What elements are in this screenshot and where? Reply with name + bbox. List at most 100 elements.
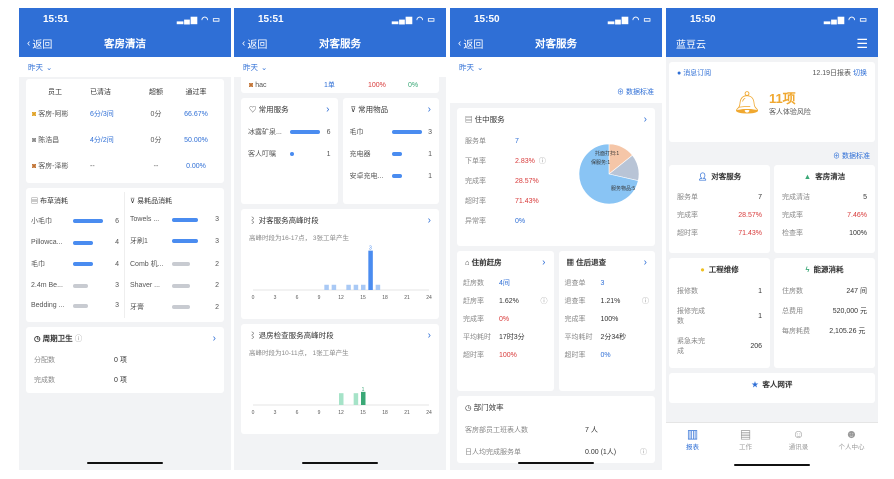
common-services-card[interactable]: ♡ 常用服务 › 冰露矿泉... 6 客人叮嘱 1 — [241, 98, 338, 204]
kv-value: 28.57% — [738, 211, 762, 219]
table-row[interactable]: ◙ 陈浩昌 4分/2间 0分 50.00% — [26, 127, 224, 153]
review-card[interactable]: ★ 客人网评 — [669, 373, 875, 403]
peak1-title: ⌇ 对客服务高峰时段 — [249, 215, 319, 226]
phone-screen-room-cleaning: 15:51 ▂▄▆ ◠ ▭ ‹ 返回 客房清洁 昨天 ⌄ 员工 已清洁 超额 通过率 … — [19, 8, 231, 470]
postcheckout-card[interactable]: ▦ 住后退查 › 退查单 3 退查率 1.21% ⓘ 完成率 100% 平均耗时 2分34秒… — [558, 251, 656, 391]
checkin-checkout-row: ⌂ 住前赶房 › 赶房数 4间 赶房率 1.62% ⓘ 完成率 0% 平均耗时 17时3分 … — [457, 251, 655, 391]
dept-efficiency-card[interactable]: ◷ 部门效率 客房部员工班表人数 7 人 日人均完成服务单 0.00 (1人) ⓘ — [457, 396, 655, 463]
common-services-title: ♡ 常用服务 — [249, 104, 289, 115]
precheckin-header[interactable]: ⌂ 住前赶房 › — [457, 251, 554, 274]
peak-card-1[interactable]: ⌇ 对客服务高峰时段 › 高峰时段为16-17点， 3张工单产生 3 0 3 6 9 12 1… — [241, 209, 439, 319]
kv-key: 异常率 — [465, 218, 486, 225]
dept-header[interactable]: ◷ 部门效率 — [457, 396, 655, 419]
bar — [353, 284, 359, 290]
tab-report[interactable]: ▥ 报表 — [666, 427, 719, 470]
status-bar: 15:50 ▂▄▆ ◠ ▭ — [666, 8, 878, 30]
table-row[interactable]: ◙ 客房-阿彬 6分/3间 0分 66.67% — [26, 101, 224, 127]
item-label: 2.4m Be... — [31, 282, 63, 289]
guest-service-card[interactable]: 👤︎ 对客服务 服务单 7 完成率 28.57% 超时率 71.43% — [669, 165, 770, 253]
kv-row: 平均耗时 17时3分 — [457, 328, 554, 346]
target-icon: ⊕ — [617, 89, 625, 96]
peak-card-2[interactable]: ⌇ 退房检查服务高峰时段 › 高峰时段为10-11点， 1张工单产生 103691… — [241, 324, 439, 434]
date-filter[interactable]: 昨天 ⌄ — [234, 57, 446, 77]
heart-icon: ♡ — [249, 105, 257, 114]
kv-key: 平均耗时 — [463, 334, 491, 341]
data-standard-text: 数据标准 — [842, 153, 870, 160]
inhouse-header[interactable]: ▤ 住中服务 › — [457, 108, 655, 131]
x-tick-label: 18 — [382, 410, 388, 416]
chevron-right-icon: › — [427, 104, 431, 115]
hac-name: hac — [255, 81, 267, 89]
kv-row: 客房部员工班表人数 7 人 — [457, 419, 655, 441]
x-tick-label: 0 — [252, 410, 255, 416]
dept-title: ◷ 部门效率 — [465, 402, 504, 413]
kv-key: 报修完成数 — [677, 308, 705, 325]
data-standard-link[interactable]: ⊕ 数据标准 — [450, 77, 662, 103]
peak1-header[interactable]: ⌇ 对客服务高峰时段 › — [241, 209, 439, 232]
nav-bar: 蓝豆云 ☰ — [666, 30, 878, 57]
maintenance-card[interactable]: ● 工程维修 报修数 1 报修完成数 1 紧急未完成 206 — [669, 258, 770, 368]
kv-value: 100% — [499, 351, 517, 359]
x-tick-label: 24 — [426, 295, 432, 301]
hac-count: 1单 — [324, 82, 335, 89]
nav-bar: ‹ 返回 对客服务 — [450, 30, 662, 57]
back-button[interactable]: ‹ 返回 — [27, 36, 52, 51]
calendar-icon: ▦ — [566, 258, 575, 267]
hac-cell: ◙ hac — [249, 82, 324, 89]
kv-key: 紧急未完成 — [677, 338, 705, 355]
menu-icon[interactable]: ☰ — [856, 36, 868, 52]
col-rate: 通过率 — [185, 89, 207, 96]
postcheckout-header[interactable]: ▦ 住后退查 › — [559, 251, 656, 274]
date-filter[interactable]: 昨天 ⌄ — [450, 57, 662, 77]
back-button[interactable]: ‹ 返回 — [242, 36, 267, 51]
message-card[interactable]: ● 消息订阅 12.19日报表 切换 🔔︎ 11项 客人体验风险 — [669, 62, 875, 142]
kv-key: 超时率 — [463, 352, 484, 359]
inhouse-card[interactable]: ▤ 住中服务 › 服务单 7 下单率 2.83% ⓘ 完成率 28.57% 超时率 71.4… — [457, 108, 655, 246]
peak2-header[interactable]: ⌇ 退房检查服务高峰时段 › — [241, 324, 439, 347]
room-clean-card[interactable]: ▲ 客房清洁 完成清洁 5 完成率 7.46% 检查率 100% — [774, 165, 875, 253]
bar — [375, 284, 381, 290]
tab-profile[interactable]: ☻ 个人中心 — [825, 427, 878, 470]
bar — [361, 284, 366, 290]
hac-row[interactable]: ◙ hac 1单 100% 0% — [241, 77, 439, 93]
switch-link[interactable]: 切换 — [853, 70, 867, 77]
bulb-icon: ● — [700, 265, 705, 274]
kv-value: 28.57% — [515, 177, 539, 185]
periodic-hygiene-card[interactable]: ◷ 周期卫生 ⓘ › 分配数 0 项 完成数 0 项 — [26, 327, 224, 393]
periodic-header[interactable]: ◷ 周期卫生 ⓘ › — [26, 327, 224, 350]
item-value: 3 — [115, 282, 119, 289]
report-text: 12.19日报表 — [812, 70, 852, 77]
clock: 15:51 — [43, 13, 69, 25]
precheckin-card[interactable]: ⌂ 住前赶房 › 赶房数 4间 赶房率 1.62% ⓘ 完成率 0% 平均耗时 17时3分 … — [457, 251, 554, 391]
date-filter[interactable]: 昨天 ⌄ — [19, 57, 231, 77]
kv-value: 1.62% — [499, 297, 519, 305]
kv-value: 1 — [758, 287, 762, 295]
common-goods-card[interactable]: ⊽ 常用物品 › 毛巾 3 充电器 1 安卓充电... 1 — [342, 98, 440, 204]
kv-key: 服务单 — [465, 138, 486, 145]
common-services-header[interactable]: ♡ 常用服务 › — [241, 98, 338, 121]
energy-card[interactable]: ϟ 能源消耗 住房数 247 间 总费用 520,000 元 每房耗费 2,105.26… — [774, 258, 875, 368]
common-goods-header[interactable]: ⊽ 常用物品 › — [343, 98, 440, 121]
kv-value: 0% — [515, 217, 526, 225]
target-icon: ⊕ — [833, 153, 841, 160]
periodic-title-text: 周期卫生 — [42, 334, 73, 343]
item-value: 4 — [115, 260, 119, 268]
data-standard-link[interactable]: ⊕ 数据标准 — [666, 147, 878, 165]
back-button[interactable]: ‹ 返回 — [458, 36, 483, 51]
info-icon: ⓘ — [540, 298, 548, 305]
kv-row: 服务单 7 — [669, 188, 770, 206]
kv-value: 1.21% — [600, 297, 621, 305]
summary-row-2: ● 工程维修 报修数 1 报修完成数 1 紧急未完成 206 ϟ 能源消耗 住房数 247 … — [669, 258, 875, 368]
kv-key: 平均耗时 — [564, 334, 593, 341]
chevron-down-icon: ⌄ — [46, 62, 53, 72]
col-staff: 员工 — [48, 89, 62, 96]
kv-row: 住房数 247 间 — [774, 281, 875, 301]
table-row[interactable]: ◙ 客房-泽彬 -- -- 0.00% — [26, 153, 224, 179]
data-label: 3 — [369, 246, 372, 252]
item-bar — [172, 239, 198, 243]
x-tick-label: 12 — [338, 410, 344, 416]
energy-title: 能源消耗 — [813, 265, 844, 274]
review-title: 客人网评 — [762, 380, 793, 389]
col-cleaned: 已清洁 — [90, 89, 111, 96]
review-header: ★ 客人网评 — [669, 373, 875, 396]
